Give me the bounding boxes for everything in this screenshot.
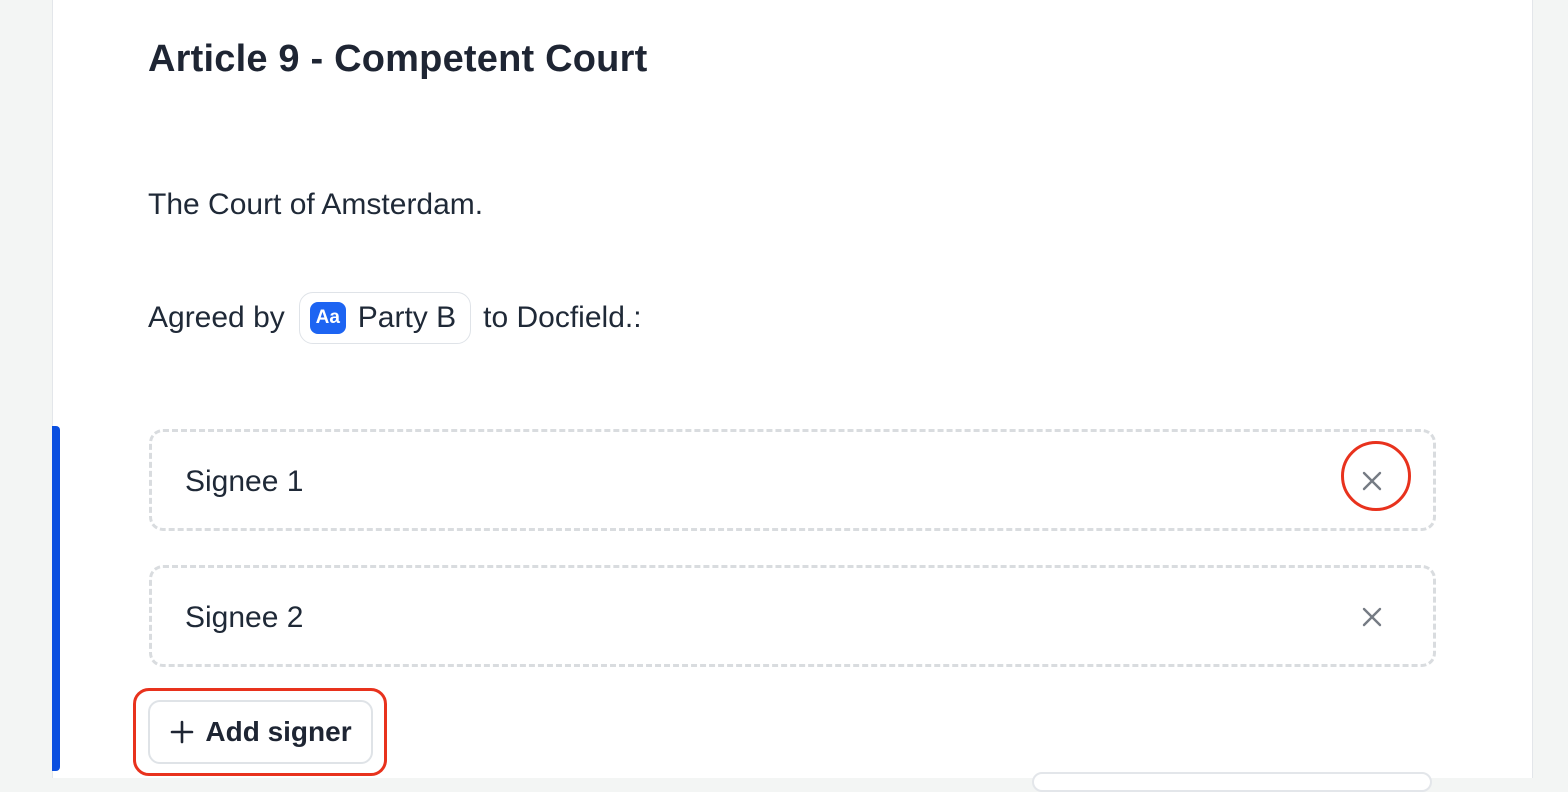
article-body: The Court of Amsterdam. — [148, 188, 484, 221]
add-signer-label: Add signer — [205, 716, 352, 747]
article-title: Article 9 - Competent Court — [148, 38, 648, 80]
signee-label: Signee 2 — [185, 601, 304, 634]
bottom-toolbar — [1032, 772, 1432, 792]
close-icon — [1362, 607, 1382, 627]
plus-icon — [171, 720, 194, 744]
remove-signee-1-button[interactable] — [1347, 456, 1397, 506]
party-variable-label: Party B — [357, 301, 457, 334]
signee-field-2[interactable]: Signee 2 — [149, 565, 1436, 667]
active-section-indicator — [52, 426, 60, 771]
agreement-prefix: Agreed by — [148, 301, 285, 334]
signee-field-1[interactable]: Signee 1 — [149, 429, 1436, 531]
remove-signee-2-button[interactable] — [1347, 592, 1397, 642]
add-signer-button[interactable]: Add signer — [148, 700, 373, 764]
agreement-suffix: to Docfield.: — [483, 301, 642, 334]
party-variable-chip[interactable]: Aa Party B — [298, 292, 472, 344]
signee-label: Signee 1 — [185, 465, 304, 498]
agreement-line: Agreed by Aa Party B to Docfield.: — [148, 292, 642, 344]
close-icon — [1362, 471, 1382, 491]
text-variable-icon: Aa — [309, 302, 346, 334]
